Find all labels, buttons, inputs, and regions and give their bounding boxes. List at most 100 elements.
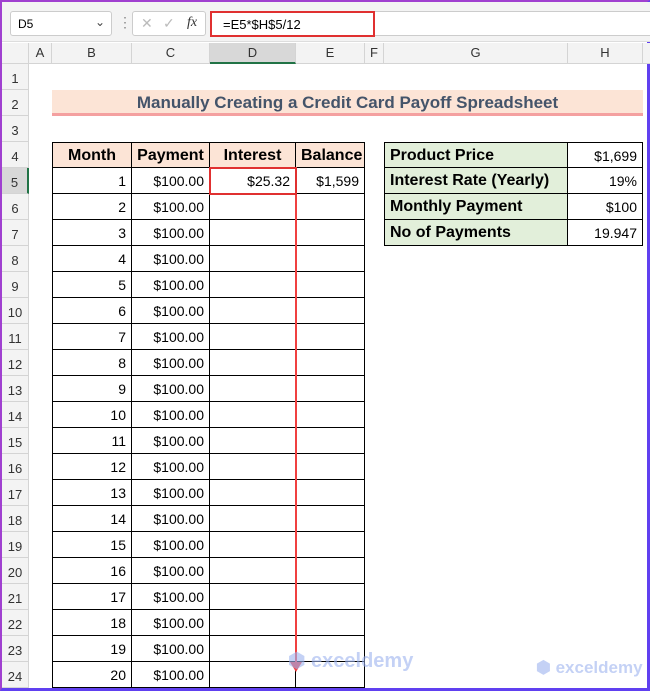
table-cell-payment[interactable]: $100.00 [132,454,210,480]
table-cell-month[interactable]: 3 [52,220,132,246]
row-header-10[interactable]: 10 [2,298,29,324]
table-cell-payment[interactable]: $100.00 [132,610,210,636]
table-cell-interest[interactable] [210,246,296,272]
row-header-24[interactable]: 24 [2,662,29,688]
row-header-19[interactable]: 19 [2,532,29,558]
table-cell-interest[interactable] [210,584,296,610]
table-cell-balance[interactable] [296,402,365,428]
row-header-15[interactable]: 15 [2,428,29,454]
row-header-16[interactable]: 16 [2,454,29,480]
table-cell-balance[interactable] [296,324,365,350]
column-header-b[interactable]: B [52,43,132,64]
table-cell-month[interactable]: 2 [52,194,132,220]
table-cell-month[interactable]: 9 [52,376,132,402]
table-cell-month[interactable]: 1 [52,168,132,194]
table-cell-month[interactable]: 17 [52,584,132,610]
row-header-20[interactable]: 20 [2,558,29,584]
select-all-corner[interactable] [2,43,29,64]
column-header-e[interactable]: E [296,43,365,64]
table-cell-interest[interactable] [210,558,296,584]
table-cell-payment[interactable]: $100.00 [132,532,210,558]
table-cell-balance[interactable] [296,194,365,220]
info-value[interactable]: 19% [568,168,643,194]
enter-icon[interactable]: ✓ [163,15,175,32]
chevron-down-icon[interactable]: ⌄ [95,15,105,29]
table-cell-interest[interactable] [210,636,296,662]
column-header-g[interactable]: G [384,43,568,64]
table-cell-month[interactable]: 18 [52,610,132,636]
table-cell-interest[interactable] [210,376,296,402]
table-cell-interest[interactable] [210,194,296,220]
table-cell-payment[interactable]: $100.00 [132,662,210,688]
table-cell-interest[interactable] [210,454,296,480]
table-cell-month[interactable]: 10 [52,402,132,428]
table-cell-payment[interactable]: $100.00 [132,428,210,454]
table-cell-balance[interactable] [296,610,365,636]
table-cell-balance[interactable] [296,506,365,532]
table-cell-balance[interactable]: $1,599 [296,168,365,194]
table-cell-month[interactable]: 15 [52,532,132,558]
row-header-4[interactable]: 4 [2,142,29,168]
row-header-8[interactable]: 8 [2,246,29,272]
table-cell-payment[interactable]: $100.00 [132,324,210,350]
table-cell-balance[interactable] [296,428,365,454]
row-header-3[interactable]: 3 [2,116,29,142]
table-cell-interest[interactable] [210,220,296,246]
table-cell-month[interactable]: 16 [52,558,132,584]
table-cell-month[interactable]: 19 [52,636,132,662]
info-value[interactable]: $100 [568,194,643,220]
column-header-c[interactable]: C [132,43,210,64]
table-cell-payment[interactable]: $100.00 [132,584,210,610]
row-header-9[interactable]: 9 [2,272,29,298]
table-cell-payment[interactable]: $100.00 [132,506,210,532]
row-header-17[interactable]: 17 [2,480,29,506]
fx-icon[interactable]: fx [187,15,197,31]
table-cell-balance[interactable] [296,246,365,272]
row-header-14[interactable]: 14 [2,402,29,428]
row-header-6[interactable]: 6 [2,194,29,220]
table-cell-payment[interactable]: $100.00 [132,402,210,428]
column-header-h[interactable]: H [568,43,643,64]
formula-input-extension[interactable] [375,11,650,36]
row-header-2[interactable]: 2 [2,90,29,116]
table-cell-balance[interactable] [296,220,365,246]
table-cell-month[interactable]: 4 [52,246,132,272]
table-cell-payment[interactable]: $100.00 [132,376,210,402]
table-cell-balance[interactable] [296,298,365,324]
row-header-22[interactable]: 22 [2,610,29,636]
table-cell-payment[interactable]: $100.00 [132,636,210,662]
table-cell-payment[interactable]: $100.00 [132,220,210,246]
table-cell-balance[interactable] [296,558,365,584]
table-cell-payment[interactable]: $100.00 [132,480,210,506]
formula-input[interactable]: =E5*$H$5/12 [210,11,375,37]
row-header-11[interactable]: 11 [2,324,29,350]
table-cell-payment[interactable]: $100.00 [132,350,210,376]
column-header-f[interactable]: F [365,43,384,64]
selected-cell-d5[interactable] [209,167,297,195]
row-header-7[interactable]: 7 [2,220,29,246]
name-box[interactable]: D5 ⌄ [10,11,112,36]
table-cell-interest[interactable] [210,610,296,636]
row-header-18[interactable]: 18 [2,506,29,532]
table-cell-month[interactable]: 6 [52,298,132,324]
table-cell-month[interactable]: 8 [52,350,132,376]
table-cell-interest[interactable] [210,506,296,532]
table-cell-interest[interactable] [210,480,296,506]
table-cell-balance[interactable] [296,584,365,610]
table-cell-payment[interactable]: $100.00 [132,168,210,194]
table-cell-balance[interactable] [296,376,365,402]
row-header-5[interactable]: 5 [2,168,29,194]
table-cell-balance[interactable] [296,480,365,506]
table-cell-month[interactable]: 20 [52,662,132,688]
table-cell-payment[interactable]: $100.00 [132,194,210,220]
row-header-12[interactable]: 12 [2,350,29,376]
cancel-icon[interactable]: ✕ [141,15,153,32]
table-cell-interest[interactable] [210,350,296,376]
table-cell-interest[interactable] [210,402,296,428]
table-cell-interest[interactable] [210,272,296,298]
info-value[interactable]: 19.947 [568,220,643,246]
column-header-a[interactable]: A [29,43,52,64]
table-cell-interest[interactable] [210,662,296,688]
table-cell-balance[interactable] [296,532,365,558]
table-cell-interest[interactable] [210,532,296,558]
